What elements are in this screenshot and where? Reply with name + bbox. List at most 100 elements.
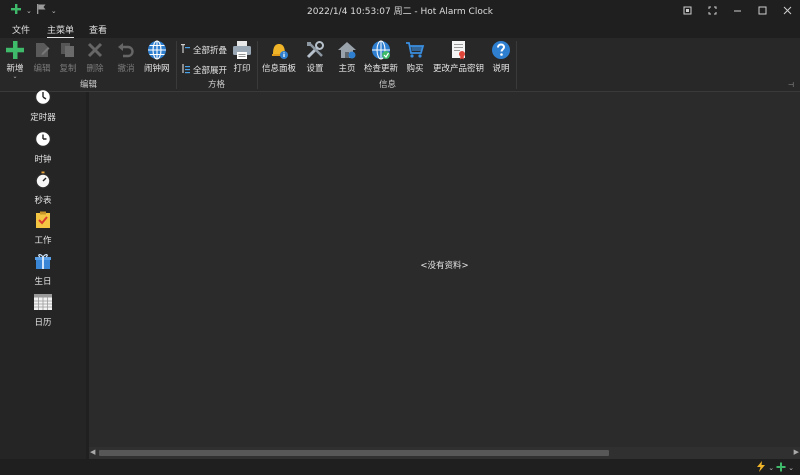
status-add-icon[interactable] bbox=[776, 462, 786, 474]
status-tray: ⌄ ⌄ bbox=[756, 461, 794, 474]
alarm-net-label: 闹钟网 bbox=[144, 64, 170, 74]
group-separator bbox=[516, 41, 517, 89]
group-separator bbox=[176, 41, 177, 89]
copy-icon bbox=[57, 39, 79, 61]
scroll-right-icon[interactable]: ▶ bbox=[794, 448, 799, 456]
edit-button[interactable]: 编辑 bbox=[31, 39, 53, 74]
settings-button[interactable]: 设置 bbox=[304, 39, 326, 74]
quick-new-icon[interactable] bbox=[10, 3, 22, 18]
check-updates-label: 检查更新 bbox=[364, 64, 399, 74]
quick-new-chevron-icon[interactable]: ⌄ bbox=[26, 7, 32, 15]
certificate-icon bbox=[448, 39, 470, 61]
collapse-all-icon bbox=[180, 43, 191, 57]
buy-button[interactable]: 购买 bbox=[404, 39, 426, 74]
nav-label-stopwatch: 秒表 bbox=[34, 196, 52, 206]
nav-label-task: 工作 bbox=[34, 236, 52, 246]
collapse-all-label: 全部折叠 bbox=[193, 46, 228, 56]
globe-icon bbox=[146, 39, 168, 61]
group-separator bbox=[257, 41, 258, 89]
expand-all-icon bbox=[180, 63, 191, 77]
delete-button[interactable]: 删除 bbox=[84, 39, 106, 74]
clock-icon bbox=[34, 130, 52, 151]
delete-label: 删除 bbox=[86, 64, 104, 74]
pin-ribbon-icon[interactable]: ⊣ bbox=[788, 81, 794, 89]
tab-main-menu[interactable]: 主菜单 bbox=[47, 23, 75, 39]
new-button[interactable]: 新增 ⌄ bbox=[4, 39, 26, 80]
main-content: <没有资料> bbox=[89, 92, 800, 447]
left-navigation: 定时器 时钟 秒表 工作 生日 日历 bbox=[0, 88, 86, 459]
stopwatch-icon bbox=[34, 171, 52, 192]
buy-label: 购买 bbox=[406, 64, 424, 74]
calendar-icon bbox=[33, 293, 53, 314]
new-dropdown-chevron-icon[interactable]: ⌄ bbox=[12, 74, 17, 80]
lightning-chevron-icon[interactable]: ⌄ bbox=[768, 464, 774, 472]
copy-label: 复制 bbox=[59, 64, 77, 74]
home-label: 主页 bbox=[338, 64, 356, 74]
gift-icon bbox=[34, 252, 52, 273]
change-key-button[interactable]: 更改产品密钥 bbox=[433, 39, 484, 74]
lightning-icon[interactable] bbox=[756, 461, 766, 474]
alarm-net-button[interactable]: 闹钟网 bbox=[144, 39, 170, 74]
add-icon bbox=[4, 39, 26, 61]
delete-icon bbox=[84, 39, 106, 61]
nav-item-task[interactable]: 工作 bbox=[0, 211, 86, 246]
minimize-icon[interactable] bbox=[725, 0, 750, 21]
empty-state-text: <没有资料> bbox=[420, 261, 469, 271]
tab-file[interactable]: 文件 bbox=[12, 23, 30, 36]
edit-label: 编辑 bbox=[33, 64, 51, 74]
focus-mode-icon[interactable] bbox=[700, 0, 725, 21]
expand-all-label: 全部展开 bbox=[193, 66, 228, 76]
settings-label: 设置 bbox=[306, 64, 324, 74]
nav-label-timer: 定时器 bbox=[30, 113, 56, 123]
maximize-icon[interactable] bbox=[750, 0, 775, 21]
printer-icon bbox=[231, 39, 253, 61]
globe-update-icon bbox=[370, 39, 392, 61]
expand-all-button[interactable]: 全部展开 bbox=[180, 63, 227, 77]
quick-flag-icon[interactable] bbox=[36, 3, 47, 18]
timer-icon bbox=[34, 88, 52, 109]
window-controls bbox=[675, 0, 800, 21]
nav-label-calendar: 日历 bbox=[34, 318, 52, 328]
print-button[interactable]: 打印 bbox=[231, 39, 253, 74]
edit-icon bbox=[31, 39, 53, 61]
group-label-grid: 方格 bbox=[208, 80, 226, 90]
undo-label: 撤消 bbox=[117, 64, 135, 74]
check-updates-button[interactable]: 检查更新 bbox=[364, 39, 398, 74]
scroll-left-icon[interactable]: ◀ bbox=[90, 448, 95, 456]
tools-icon bbox=[304, 39, 326, 61]
quick-access-toolbar: ⌄ ⌄ bbox=[10, 3, 57, 18]
info-panel-label: 信息面板 bbox=[262, 64, 297, 74]
ribbon: 新增 ⌄ 编辑 复制 删除 撤消 闹钟网 编辑 全部折叠 全部展开 打印 方格 … bbox=[0, 38, 800, 92]
nav-label-clock: 时钟 bbox=[34, 155, 52, 165]
info-panel-button[interactable]: 信息面板 bbox=[262, 39, 296, 74]
status-bar: ⌄ ⌄ bbox=[0, 459, 800, 475]
scrollbar-thumb[interactable] bbox=[99, 450, 609, 456]
help-label: 说明 bbox=[492, 64, 510, 74]
undo-button[interactable]: 撤消 bbox=[115, 39, 137, 74]
copy-button[interactable]: 复制 bbox=[57, 39, 79, 74]
horizontal-scrollbar[interactable]: ◀ ▶ bbox=[89, 447, 800, 459]
nav-item-stopwatch[interactable]: 秒表 bbox=[0, 171, 86, 206]
bell-info-icon bbox=[268, 39, 290, 61]
task-icon bbox=[34, 211, 52, 232]
nav-item-birthday[interactable]: 生日 bbox=[0, 252, 86, 287]
group-label-info: 信息 bbox=[379, 80, 397, 90]
home-button[interactable]: 主页 bbox=[336, 39, 358, 74]
ribbon-tabs: 文件 主菜单 查看 bbox=[0, 21, 800, 39]
close-icon[interactable] bbox=[775, 0, 800, 21]
undo-icon bbox=[115, 39, 137, 61]
print-label: 打印 bbox=[233, 64, 251, 74]
status-add-chevron-icon[interactable]: ⌄ bbox=[788, 464, 794, 472]
nav-item-timer[interactable]: 定时器 bbox=[0, 88, 86, 123]
collapse-all-button[interactable]: 全部折叠 bbox=[180, 43, 227, 57]
title-bar: ⌄ ⌄ 2022/1/4 10:53:07 周二 - Hot Alarm Clo… bbox=[0, 0, 800, 21]
quick-flag-chevron-icon[interactable]: ⌄ bbox=[51, 7, 57, 15]
nav-label-birthday: 生日 bbox=[34, 277, 52, 287]
change-key-label: 更改产品密钥 bbox=[433, 64, 485, 74]
tab-view[interactable]: 查看 bbox=[89, 23, 107, 36]
nav-item-calendar[interactable]: 日历 bbox=[0, 293, 86, 328]
restore-window-icon[interactable] bbox=[675, 0, 700, 21]
help-button[interactable]: 说明 bbox=[490, 39, 512, 74]
nav-item-clock[interactable]: 时钟 bbox=[0, 130, 86, 165]
home-icon bbox=[336, 39, 358, 61]
